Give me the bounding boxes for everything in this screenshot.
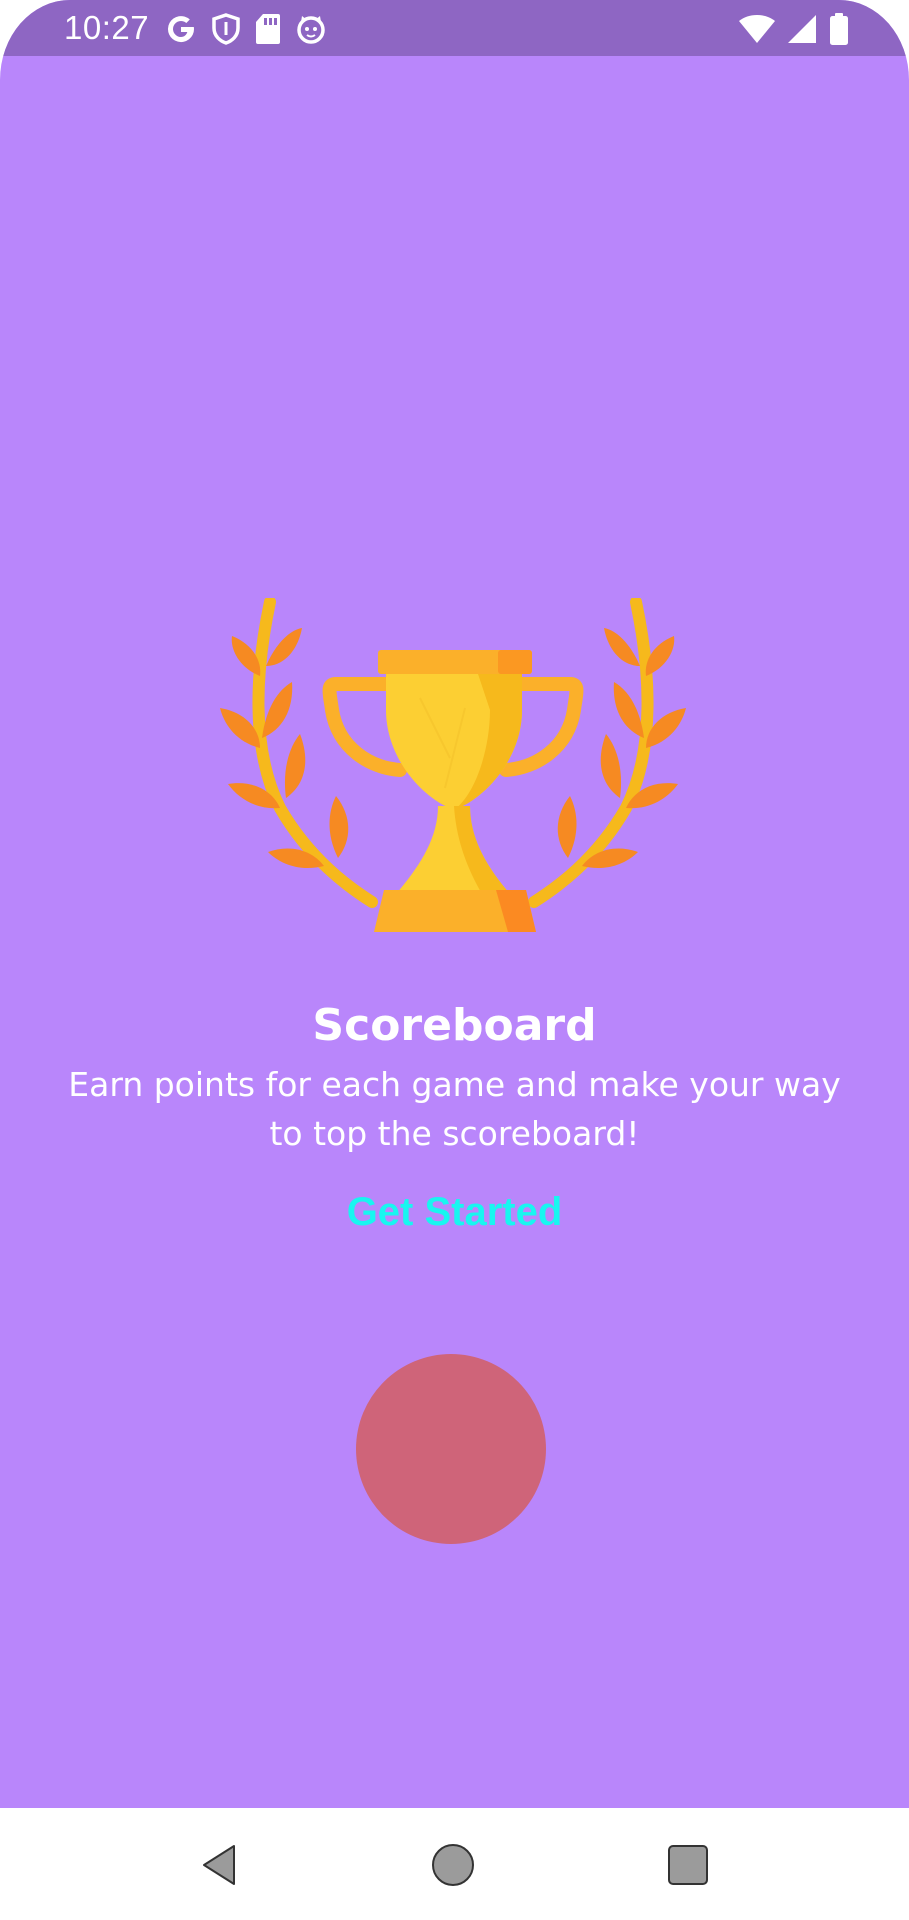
battery-icon [830,13,848,45]
status-time: 10:27 [64,9,150,46]
circle-action-button[interactable] [356,1354,546,1544]
recents-icon[interactable] [663,1840,713,1890]
cellular-signal-icon [788,15,816,43]
back-icon[interactable] [196,1840,246,1890]
system-status-icons [739,12,849,46]
notification-icons [165,12,327,46]
app-screen: 10:27 Scoreboard Earn points for each ga… [0,0,909,1920]
cat-face-icon [297,16,325,44]
trophy-with-laurels-icon [220,598,686,932]
sd-card-icon [256,14,280,44]
onboarding-background: 10:27 Scoreboard Earn points for each ga… [0,0,909,1808]
page-title: Scoreboard [312,1000,597,1051]
home-icon[interactable] [428,1840,478,1890]
google-icon [168,16,195,43]
get-started-button[interactable]: Get Started [0,1184,909,1240]
status-bar: 10:27 [0,0,909,56]
page-subtitle: Earn points for each game and make your … [68,1065,841,1153]
wifi-icon [739,15,775,43]
shield-icon [212,13,240,45]
